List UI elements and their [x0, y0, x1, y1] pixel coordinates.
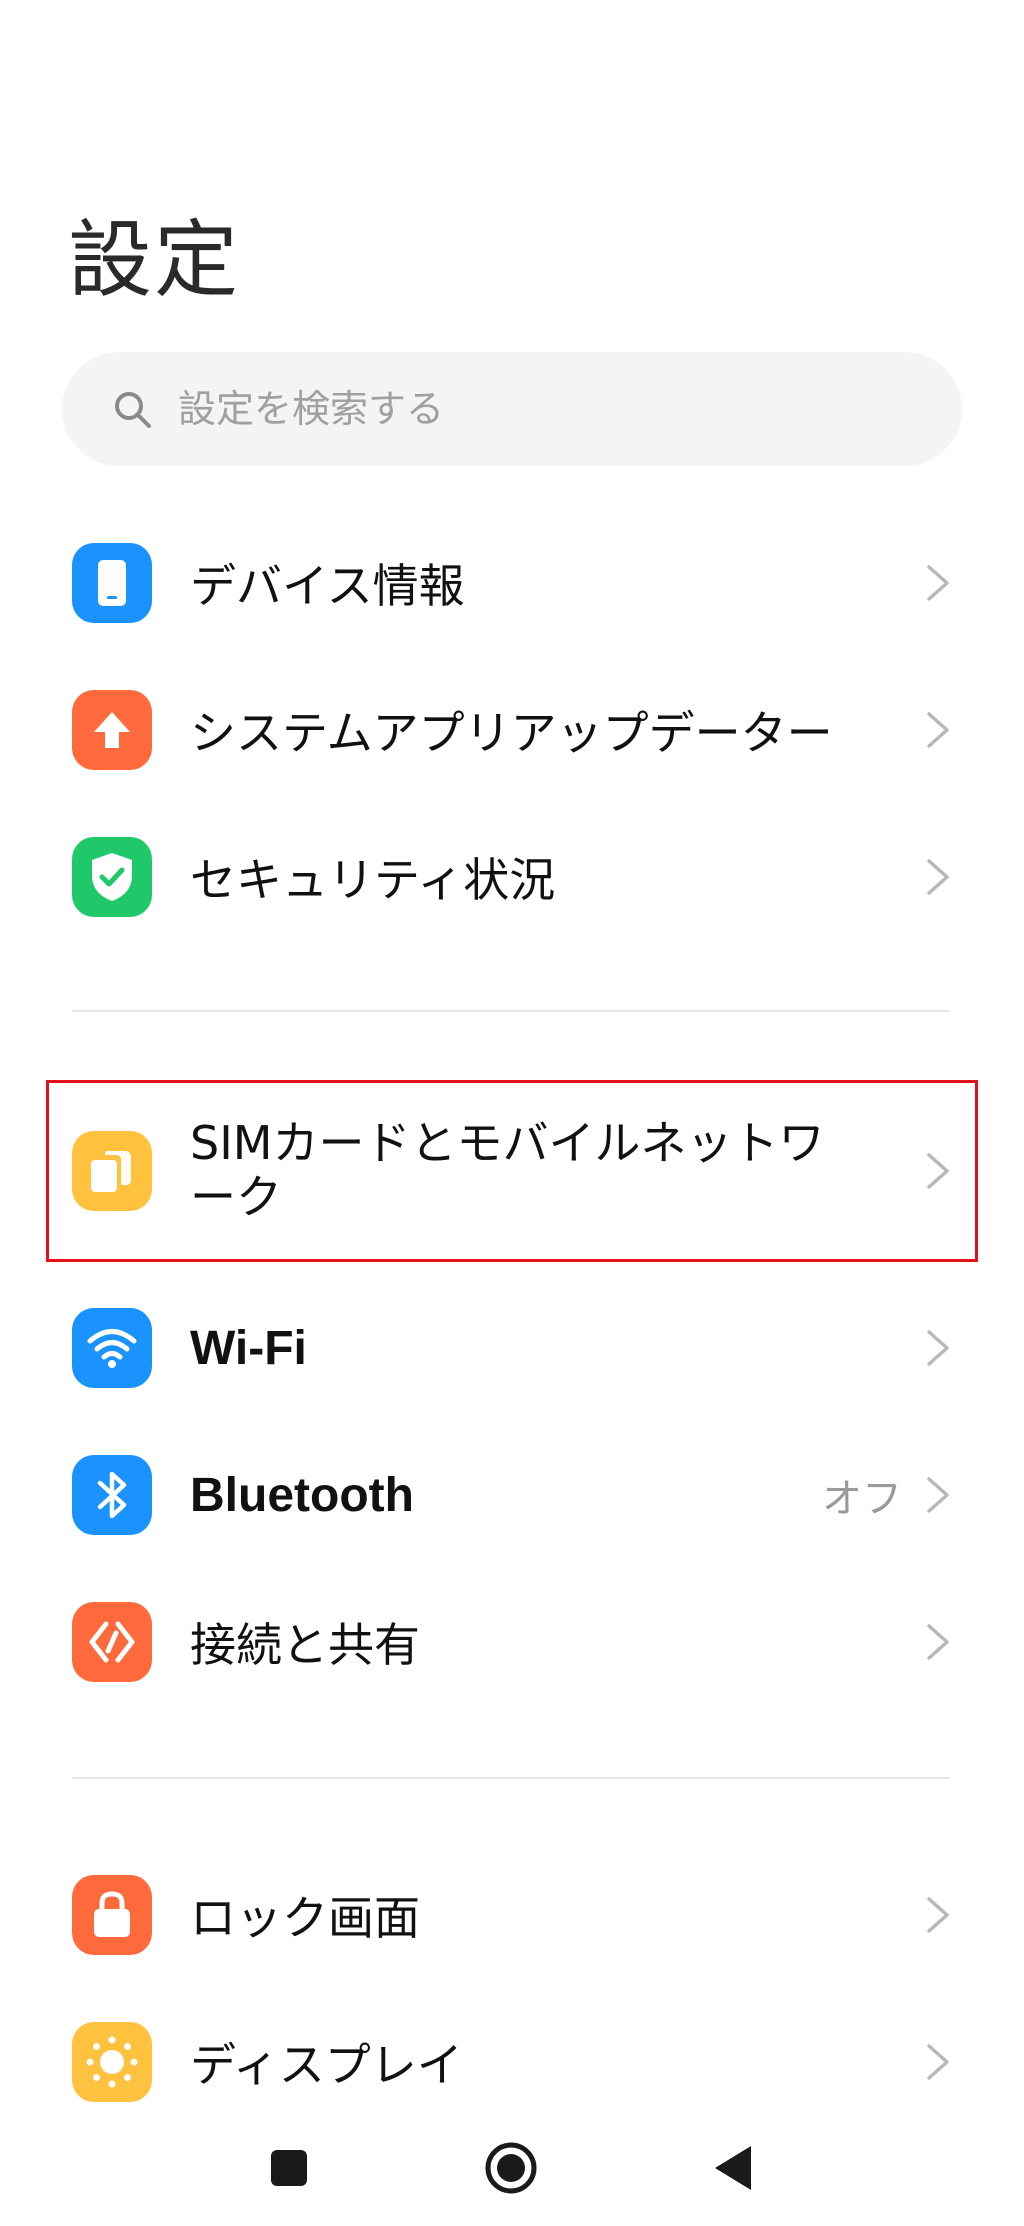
bluetooth-icon — [72, 1455, 152, 1535]
chevron-right-icon — [927, 1897, 949, 1933]
page-title: 設定 — [68, 211, 241, 309]
recents-icon[interactable] — [259, 2138, 319, 2198]
shield-check-icon — [72, 837, 152, 917]
settings-item-label: システムアプリアップデーター — [190, 706, 833, 760]
settings-item-label: Bluetooth — [190, 1468, 414, 1522]
section-divider — [72, 1777, 950, 1779]
connection-share-icon — [72, 1602, 152, 1682]
settings-item-security-status[interactable]: セキュリティ状況 — [0, 812, 1024, 942]
settings-item-bluetooth[interactable]: Bluetooth オフ — [0, 1430, 1024, 1560]
chevron-right-icon — [927, 565, 949, 601]
arrow-up-icon — [72, 690, 152, 770]
sun-icon — [72, 2022, 152, 2102]
search-icon — [115, 392, 151, 428]
sim-card-icon — [72, 1131, 152, 1211]
settings-item-label: ロック画面 — [190, 1891, 420, 1945]
settings-item-system-updater[interactable]: システムアプリアップデーター — [0, 665, 1024, 795]
settings-item-display[interactable]: ディスプレイ — [0, 1997, 1024, 2127]
settings-item-label: デバイス情報 — [190, 559, 465, 613]
settings-item-label: Wi-Fi — [190, 1321, 307, 1375]
settings-item-label: SIMカードとモバイルネットワーク — [190, 1116, 825, 1224]
chevron-right-icon — [927, 1153, 949, 1189]
settings-item-label: 接続と共有 — [190, 1618, 420, 1672]
bluetooth-status-value: オフ — [822, 1476, 902, 1522]
chevron-right-icon — [927, 2044, 949, 2080]
section-divider — [72, 1010, 950, 1012]
search-bar[interactable] — [62, 352, 962, 466]
wifi-icon — [72, 1308, 152, 1388]
settings-item-label: セキュリティ状況 — [190, 853, 556, 907]
settings-item-label: ディスプレイ — [190, 2038, 463, 2092]
settings-item-wifi[interactable]: Wi-Fi — [0, 1283, 1024, 1413]
chevron-right-icon — [927, 712, 949, 748]
search-input[interactable] — [178, 352, 918, 466]
back-icon[interactable] — [703, 2138, 763, 2198]
settings-item-device-info[interactable]: デバイス情報 — [0, 518, 1024, 648]
settings-item-sim-mobile-network[interactable]: SIMカードとモバイルネットワーク — [0, 1078, 1024, 1264]
home-icon[interactable] — [481, 2138, 541, 2198]
system-nav-bar — [0, 2120, 1024, 2210]
chevron-right-icon — [927, 1477, 949, 1513]
settings-item-connection-sharing[interactable]: 接続と共有 — [0, 1577, 1024, 1707]
chevron-right-icon — [927, 859, 949, 895]
chevron-right-icon — [927, 1330, 949, 1366]
chevron-right-icon — [927, 1624, 949, 1660]
lock-icon — [72, 1875, 152, 1955]
phone-icon — [72, 543, 152, 623]
settings-item-lock-screen[interactable]: ロック画面 — [0, 1850, 1024, 1980]
